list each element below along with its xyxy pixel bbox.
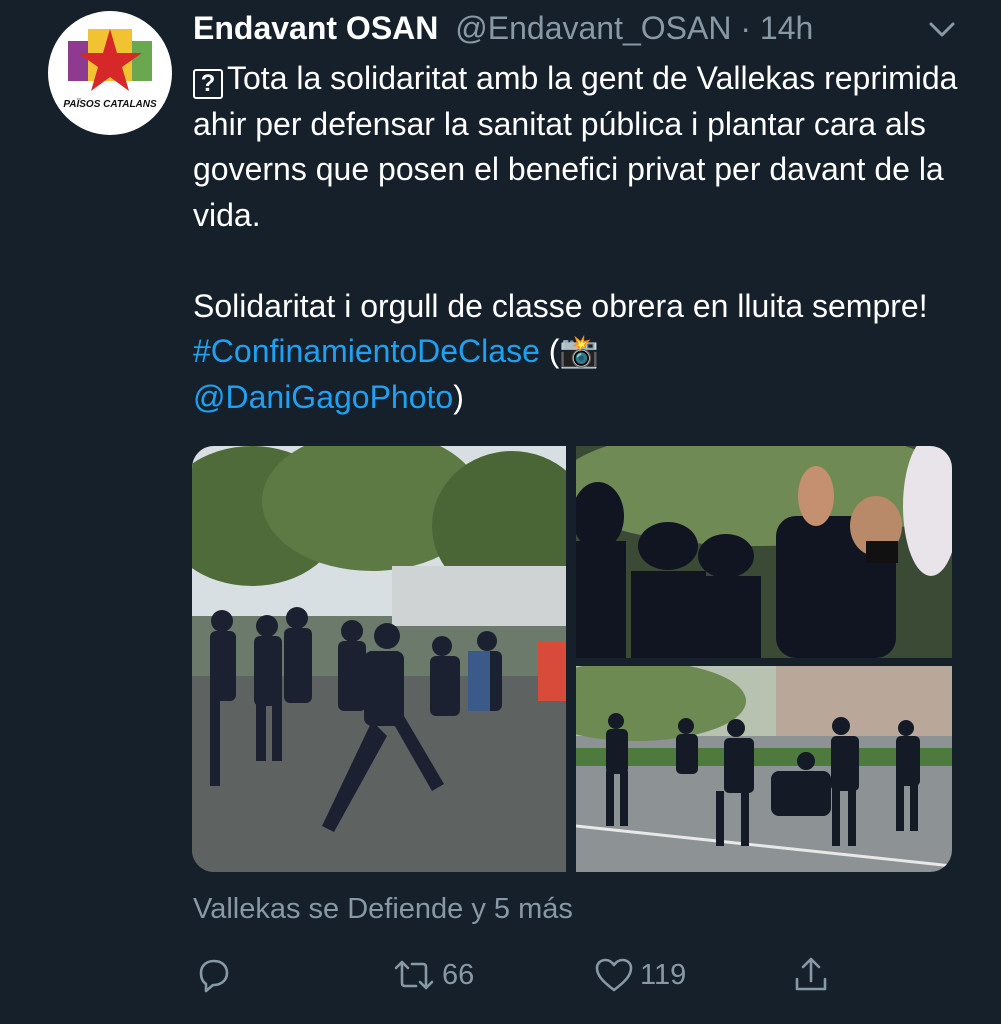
tweet-paragraph-2: Solidaritat i orgull de classe obrera en… [193,284,973,421]
media-grid [192,446,952,872]
tweet-paragraph-1-text: Tota la solidaritat amb la gent de Valle… [193,60,958,233]
camera-flash-icon: 📸 [559,333,600,369]
like-icon [595,958,633,992]
share-button[interactable] [792,950,830,1000]
paren-open: ( [539,333,560,369]
avatar[interactable]: PAÏSOS CATALANS [48,11,172,135]
avatar-logo: PAÏSOS CATALANS [63,29,157,110]
tweet-paragraph-1: ? Tota la solidaritat amb la gent de Vall… [193,56,973,238]
photo-street-arrest[interactable] [576,666,952,872]
photo-police-charge[interactable] [192,446,566,872]
reply-button[interactable] [195,950,239,1000]
tweet-text: ? Tota la solidaritat amb la gent de Vall… [193,56,973,420]
like-count: 119 [640,958,687,991]
like-button[interactable]: 119 [594,950,686,1000]
retweet-count: 66 [442,958,475,991]
author-name[interactable]: Endavant OSAN [193,10,438,46]
chevron-down-icon[interactable] [925,14,959,44]
tweet-header: Endavant OSAN @Endavant_OSAN · 14h [193,8,813,48]
retweet-icon [394,960,434,990]
reply-icon [199,959,229,993]
share-icon [795,957,827,991]
tweet-actions: 66 119 [0,950,1001,1000]
header-separator: · [731,10,760,46]
tweet-time[interactable]: 14h [760,10,813,46]
tagged-users[interactable]: Vallekas se Defiende y 5 más [193,893,573,926]
mention-link[interactable]: @DaniGagoPhoto [193,379,453,415]
avatar-caption: PAÏSOS CATALANS [63,97,157,110]
unknown-glyph-icon: ? [193,69,223,99]
tweet-paragraph-2-text: Solidaritat i orgull de classe obrera en… [193,287,928,324]
paren-close: ) [453,378,464,415]
hashtag-link[interactable]: #ConfinamientoDeClase [193,333,540,369]
author-handle[interactable]: @Endavant_OSAN [455,10,731,46]
retweet-button[interactable]: 66 [392,950,474,1000]
photo-police-helmets[interactable] [576,446,952,658]
